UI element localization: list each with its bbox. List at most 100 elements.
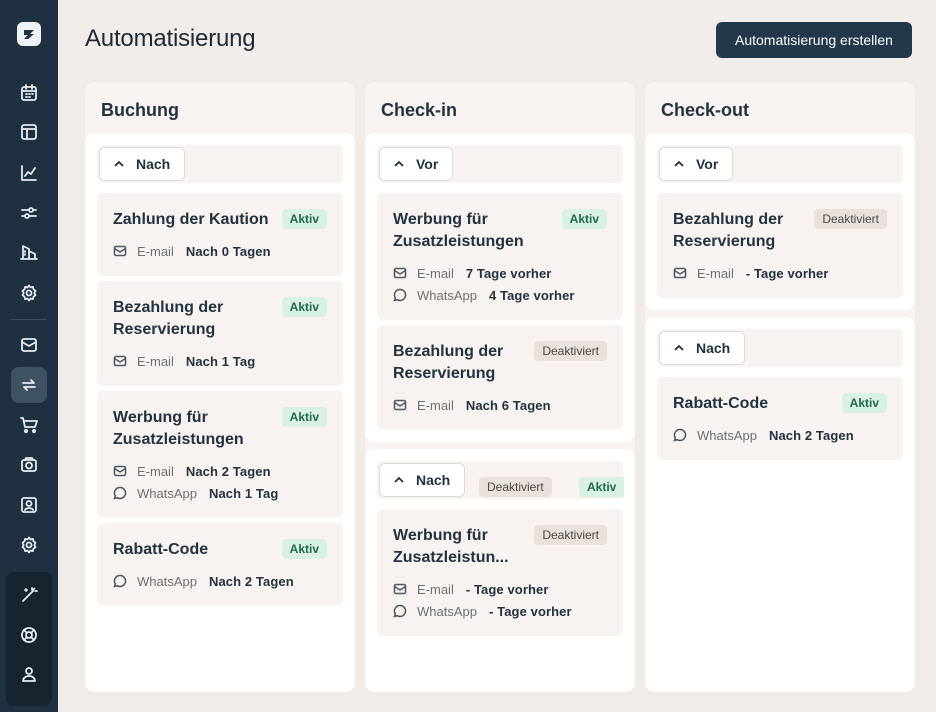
group-header: Nach Deaktiviert Aktiv — [377, 461, 625, 499]
mail-icon — [113, 245, 127, 257]
mail-icon — [113, 355, 127, 367]
group-toggle[interactable]: Nach — [659, 331, 746, 365]
channel-line: E-mail Nach 2 Tagen — [113, 463, 271, 479]
mail-icon — [393, 267, 407, 279]
calendar-icon[interactable] — [11, 75, 47, 111]
channel-line: WhatsApp Nach 1 Tag — [113, 485, 278, 501]
magic-wand-icon[interactable] — [11, 577, 47, 613]
timing: Nach 2 Tagen — [768, 427, 854, 443]
automation-card[interactable]: Werbung für Zusatzleistungen Aktiv E-mai… — [377, 193, 623, 320]
column-buchung: Buchung Nach Zahlung der Kaution Aktiv E… — [85, 82, 355, 692]
user-icon[interactable] — [11, 656, 47, 692]
mail-icon — [393, 583, 407, 595]
camera-icon[interactable] — [11, 447, 47, 483]
group-toggle-label: Nach — [416, 472, 451, 488]
app-logo[interactable] — [17, 22, 41, 46]
mail-icon — [113, 465, 127, 477]
timing: - Tage vorher — [465, 581, 549, 597]
automation-card[interactable]: Werbung für Zusatzleistungen Aktiv E-mai… — [97, 391, 343, 518]
timing: Nach 1 Tag — [208, 485, 279, 501]
help-icon[interactable] — [11, 617, 47, 653]
timing: - Tage vorher — [488, 603, 572, 619]
timing: Nach 0 Tagen — [185, 243, 271, 259]
group-vor: Vor Werbung für Zusatzleistungen Aktiv E… — [365, 133, 635, 442]
channel-name: E-mail — [137, 243, 174, 259]
chevron-up-icon — [674, 160, 684, 167]
automation-icon[interactable] — [11, 367, 47, 403]
whatsapp-icon — [113, 574, 127, 588]
status-badge: Deaktiviert — [534, 525, 607, 545]
channel-line: WhatsApp 4 Tage vorher — [393, 287, 575, 303]
sidebar — [0, 0, 58, 712]
column-title: Buchung — [101, 100, 179, 120]
status-badge: Aktiv — [579, 477, 625, 497]
building-icon[interactable] — [11, 234, 47, 270]
automation-card[interactable]: Bezahlung der Reservierung Aktiv E-mail … — [97, 281, 343, 386]
card-title: Werbung für Zusatzleistungen — [113, 409, 244, 448]
channel-name: E-mail — [417, 581, 454, 597]
automation-card[interactable]: Bezahlung der Reservierung Deaktiviert E… — [377, 325, 623, 430]
status-badge: Deaktiviert — [479, 477, 552, 497]
group-toggle[interactable]: Vor — [659, 147, 734, 181]
channel-line: E-mail - Tage vorher — [673, 265, 829, 281]
group-toggle[interactable]: Vor — [379, 147, 454, 181]
group-header: Nach — [657, 329, 903, 367]
status-badge: Deaktiviert — [814, 209, 887, 229]
mail-icon — [393, 399, 407, 411]
sliders-icon[interactable] — [11, 195, 47, 231]
chart-icon[interactable] — [11, 155, 47, 191]
card-title: Rabatt-Code — [673, 395, 769, 412]
channel-name: WhatsApp — [137, 485, 197, 501]
timing: Nach 1 Tag — [185, 353, 256, 369]
status-badge: Aktiv — [281, 539, 327, 559]
whatsapp-icon — [113, 486, 127, 500]
status-badge: Aktiv — [281, 209, 327, 229]
channel-name: E-mail — [417, 397, 454, 413]
channel-line: WhatsApp - Tage vorher — [393, 603, 572, 619]
mail-icon — [673, 267, 687, 279]
create-automation-button[interactable]: Automatisierung erstellen — [716, 22, 912, 58]
card-title: Bezahlung der Reservierung — [673, 211, 784, 250]
group-toggle[interactable]: Nach — [379, 463, 466, 497]
mail-icon[interactable] — [11, 327, 47, 363]
cart-icon[interactable] — [11, 407, 47, 443]
group-toggle[interactable]: Nach — [99, 147, 186, 181]
channel-name: E-mail — [137, 353, 174, 369]
channel-name: E-mail — [137, 463, 174, 479]
card-title: Rabatt-Code — [113, 541, 209, 558]
gear-icon[interactable] — [11, 527, 47, 563]
card-title: Werbung für Zusatzleistun... — [393, 525, 521, 569]
column-title: Check-out — [661, 100, 750, 120]
group-nach: Nach Zahlung der Kaution Aktiv E-mail Na… — [85, 133, 355, 692]
status-badge: Deaktiviert — [534, 341, 607, 361]
channel-line: E-mail Nach 1 Tag — [113, 353, 255, 369]
channel-name: WhatsApp — [417, 603, 477, 619]
channel-line: E-mail Nach 6 Tagen — [393, 397, 551, 413]
automation-card[interactable]: Zahlung der Kaution Aktiv E-mail Nach 0 … — [97, 193, 343, 276]
channel-line: E-mail 7 Tage vorher — [393, 265, 551, 281]
whatsapp-icon — [393, 604, 407, 618]
layout-icon[interactable] — [11, 114, 47, 150]
group-vor: Vor Bezahlung der Reservierung Deaktivie… — [645, 133, 915, 310]
automation-card[interactable]: Rabatt-Code Aktiv WhatsApp Nach 2 Tagen — [97, 523, 343, 606]
channel-line: E-mail - Tage vorher — [393, 581, 549, 597]
settings-icon[interactable] — [11, 275, 47, 311]
automation-card[interactable]: Rabatt-Code Aktiv WhatsApp Nach 2 Tagen — [657, 377, 903, 460]
group-toggle-label: Nach — [136, 156, 171, 172]
timing: 4 Tage vorher — [488, 287, 575, 303]
channel-name: WhatsApp — [697, 427, 757, 443]
user-card-icon[interactable] — [11, 487, 47, 523]
group-toggle-label: Vor — [416, 156, 439, 172]
chevron-up-icon — [674, 344, 684, 351]
column-check-out: Check-out Vor Bezahlung der Reservierung… — [645, 82, 915, 692]
column-title: Check-in — [381, 100, 458, 120]
card-title: Bezahlung der Reservierung — [393, 343, 504, 382]
automation-card[interactable]: Werbung für Zusatzleistun... Deaktiviert… — [377, 509, 623, 636]
channel-name: WhatsApp — [417, 287, 477, 303]
chevron-up-icon — [394, 476, 404, 483]
chevron-up-icon — [394, 160, 404, 167]
automation-card[interactable]: Bezahlung der Reservierung Deaktiviert E… — [657, 193, 903, 298]
page-title: Automatisierung — [85, 25, 256, 52]
timing: 7 Tage vorher — [465, 265, 552, 281]
card-title: Bezahlung der Reservierung — [113, 299, 224, 338]
